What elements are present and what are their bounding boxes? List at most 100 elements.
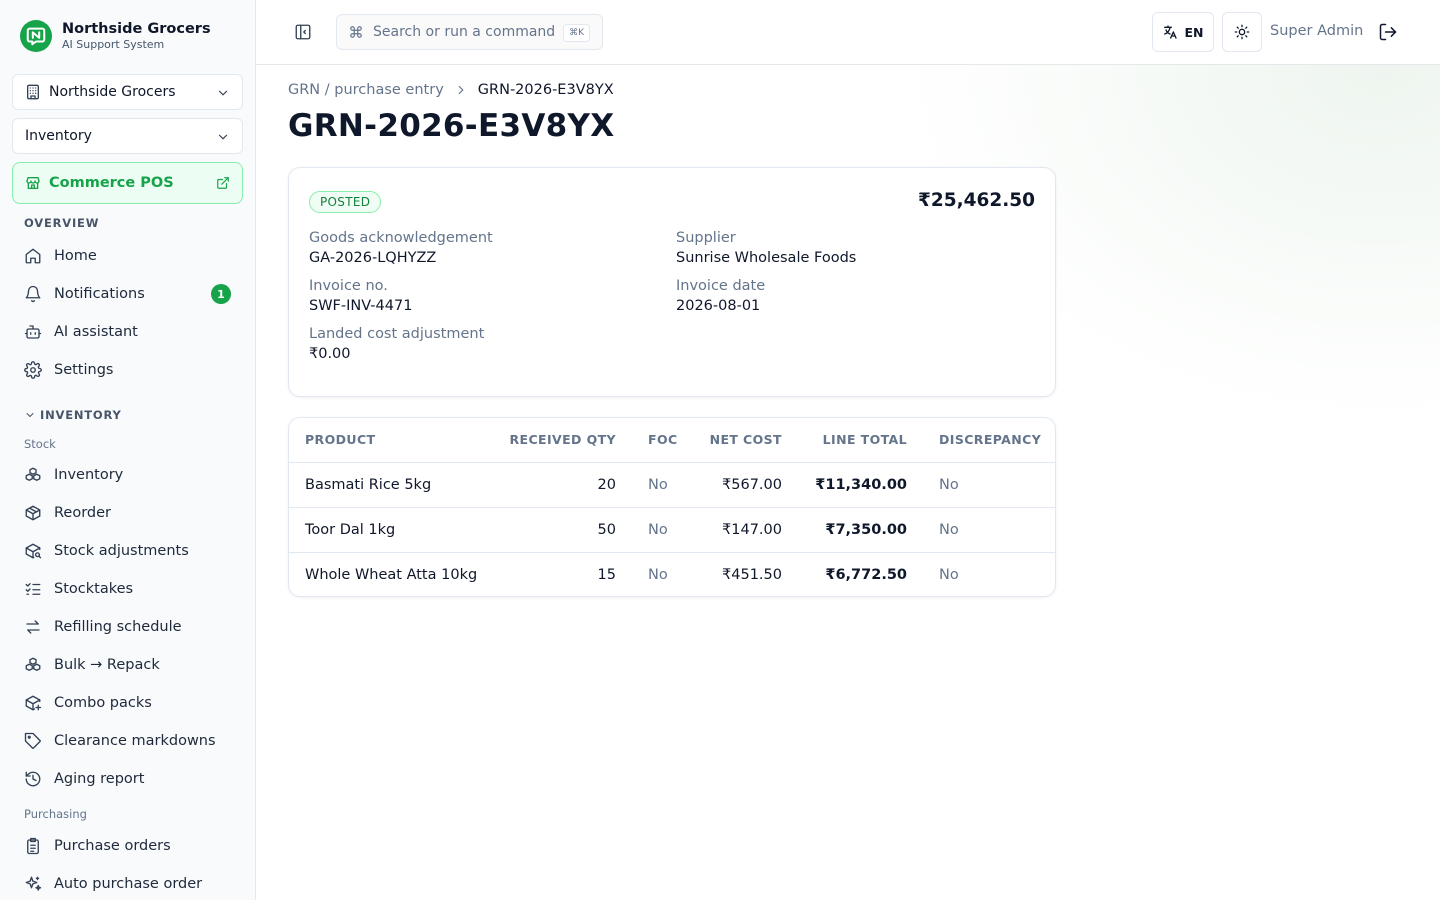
cell-line-total: ₹7,350.00: [782, 507, 907, 553]
goods-acknowledgement-field: Goods acknowledgement GA-2026-LQHYZZ: [309, 228, 493, 268]
sidebar-item-inventory[interactable]: Inventory: [12, 457, 243, 493]
grn-total-amount: ₹25,462.50: [917, 190, 1035, 211]
column-header-net-cost: NET COST: [676, 418, 782, 463]
overview-section-label: OVERVIEW: [24, 216, 100, 230]
chevron-down-icon: [216, 130, 230, 144]
sidebar-item-auto-purchase-order[interactable]: Auto purchase order: [12, 866, 243, 900]
sidebar-item-reorder[interactable]: Reorder: [12, 495, 243, 531]
sidebar-item-ai-assistant[interactable]: AI assistant: [12, 314, 243, 350]
field-label: Supplier: [676, 230, 736, 246]
cell-discrepancy: No: [939, 566, 959, 583]
cell-line-total: ₹11,340.00: [782, 462, 907, 508]
sidebar-item-stock-adjustments[interactable]: Stock adjustments: [12, 533, 243, 569]
brand[interactable]: Northside Grocers AI Support System: [20, 20, 211, 52]
brand-subtitle: AI Support System: [62, 38, 165, 51]
cell-product: Whole Wheat Atta 10kg: [305, 566, 478, 583]
arrows-exchange-icon: [24, 618, 42, 636]
column-header-received-qty: RECEIVED QTY: [499, 418, 616, 463]
search-shortcut: ⌘K: [563, 24, 590, 42]
package-search-icon: [24, 542, 42, 560]
page-title: GRN-2026-E3V8YX: [288, 108, 615, 144]
grn-summary-card: POSTED ₹25,462.50 Goods acknowledgement …: [288, 167, 1056, 397]
search-placeholder: Search or run a command: [373, 24, 556, 40]
cell-net-cost: ₹567.00: [676, 462, 782, 508]
organization-select[interactable]: Northside Grocers: [12, 74, 243, 110]
sun-icon: [1234, 24, 1250, 40]
sidebar-toggle-icon[interactable]: [294, 23, 312, 41]
organization-select-value: Northside Grocers: [49, 84, 176, 100]
table-row[interactable]: Toor Dal 1kg 50 No ₹147.00 ₹7,350.00 No: [289, 507, 1055, 553]
field-label: Landed cost adjustment: [309, 326, 485, 342]
translate-icon: [1162, 24, 1184, 40]
sidebar-item-label: Inventory: [54, 467, 124, 483]
invoice-number-field: Invoice no. SWF-INV-4471: [309, 276, 412, 316]
cell-line-total: ₹6,772.50: [825, 566, 907, 583]
sidebar-item-purchase-orders[interactable]: Purchase orders: [12, 828, 243, 864]
table-row[interactable]: Whole Wheat Atta 10kg 15 No ₹451.50 ₹6,7…: [289, 552, 1055, 596]
sidebar-item-notifications[interactable]: Notifications 1: [12, 276, 243, 312]
column-header-line-total: LINE TOTAL: [782, 418, 907, 463]
boxes-icon: [24, 466, 42, 484]
field-value: 2026-08-01: [676, 298, 761, 314]
breadcrumb-link-grn[interactable]: GRN / purchase entry: [288, 82, 444, 98]
sidebar-item-label: Combo packs: [54, 695, 152, 711]
command-search-input[interactable]: Search or run a command ⌘K: [336, 14, 603, 50]
invoice-date-field: Invoice date 2026-08-01: [676, 276, 765, 316]
breadcrumb-current: GRN-2026-E3V8YX: [477, 82, 614, 98]
cell-foc: No: [616, 507, 676, 553]
user-name[interactable]: Super Admin: [1270, 23, 1363, 39]
language-button[interactable]: EN: [1152, 12, 1214, 52]
field-value: GA-2026-LQHYZZ: [309, 250, 437, 266]
inventory-section-toggle[interactable]: INVENTORY: [24, 408, 122, 422]
list-checks-icon: [24, 580, 42, 598]
logout-icon[interactable]: [1378, 22, 1398, 42]
sidebar-item-aging-report[interactable]: Aging report: [12, 761, 243, 797]
grn-lines-table-card: PRODUCT RECEIVED QTY FOC NET COST LINE T…: [288, 417, 1056, 597]
cell-discrepancy: No: [907, 462, 1055, 508]
table-header-row: PRODUCT RECEIVED QTY FOC NET COST LINE T…: [289, 418, 1055, 463]
sidebar-item-label: Purchase orders: [54, 838, 171, 854]
notification-count-badge: 1: [211, 284, 231, 304]
field-value: SWF-INV-4471: [309, 298, 413, 314]
language-label: EN: [1184, 24, 1204, 40]
tag-icon: [24, 732, 42, 750]
bell-icon: [24, 285, 42, 303]
module-select[interactable]: Inventory: [12, 118, 243, 154]
sidebar-item-combo-packs[interactable]: Combo packs: [12, 685, 243, 721]
sidebar-item-settings[interactable]: Settings: [12, 352, 243, 388]
sidebar-item-label: Settings: [54, 362, 114, 378]
theme-toggle-button[interactable]: [1222, 12, 1262, 52]
history-icon: [24, 770, 42, 788]
cell-foc: No: [616, 462, 676, 508]
cell-net-cost: ₹147.00: [676, 507, 782, 553]
column-header-discrepancy: DISCREPANCY: [907, 418, 1055, 463]
field-label: Invoice date: [676, 278, 766, 294]
cell-net-cost: ₹451.50: [722, 566, 782, 583]
sidebar-item-home[interactable]: Home: [12, 238, 243, 274]
sidebar-item-label: Home: [54, 248, 97, 264]
column-header-foc: FOC: [616, 418, 677, 463]
sidebar-item-stocktakes[interactable]: Stocktakes: [12, 571, 243, 607]
purchasing-group-label: Purchasing: [24, 807, 87, 821]
module-select-value: Inventory: [25, 128, 92, 144]
breadcrumb: GRN / purchase entry GRN-2026-E3V8YX: [288, 82, 614, 98]
supplier-field: Supplier Sunrise Wholesale Foods: [676, 228, 856, 268]
chevron-down-icon: [216, 86, 230, 100]
commerce-pos-button[interactable]: Commerce POS: [12, 162, 243, 204]
sidebar-item-label: Clearance markdowns: [54, 733, 216, 749]
inventory-section-label: INVENTORY: [40, 408, 122, 422]
external-link-icon: [216, 176, 230, 190]
sidebar-item-refilling-schedule[interactable]: Refilling schedule: [12, 609, 243, 645]
sidebar-item-bulk-repack[interactable]: Bulk → Repack: [12, 647, 243, 683]
stock-group-label: Stock: [24, 437, 56, 451]
home-icon: [24, 247, 42, 265]
commerce-pos-label: Commerce POS: [49, 175, 174, 191]
sidebar-item-clearance-markdowns[interactable]: Clearance markdowns: [12, 723, 243, 759]
field-label: Goods acknowledgement: [309, 230, 493, 246]
status-badge: POSTED: [309, 191, 382, 213]
table-row[interactable]: Basmati Rice 5kg 20 No ₹567.00 ₹11,340.0…: [289, 462, 1055, 508]
cell-received-qty: 20: [499, 462, 616, 508]
brand-name: Northside Grocers: [62, 21, 211, 37]
sidebar-item-label: Bulk → Repack: [54, 657, 160, 673]
field-value: ₹0.00: [309, 346, 351, 362]
